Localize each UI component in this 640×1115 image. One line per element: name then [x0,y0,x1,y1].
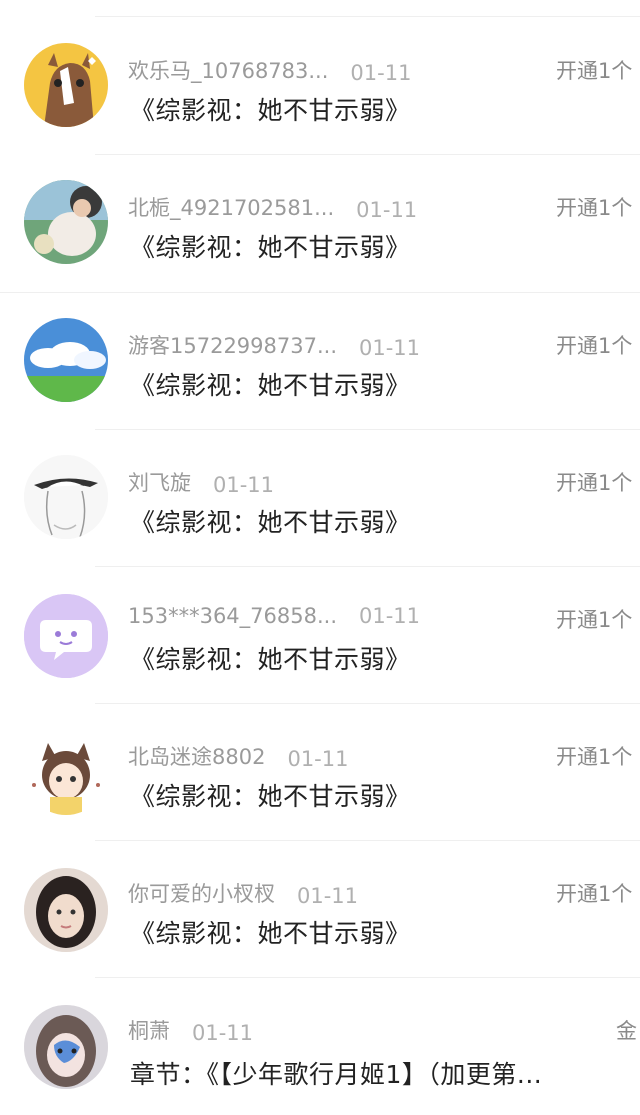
item-meta: 欢乐马_10768783... 01-11 [128,55,411,85]
item-meta: 游客15722998737... 01-11 [128,330,420,360]
content-title[interactable]: 《综影视：她不甘示弱》 [130,640,411,676]
date: 01-11 [192,1021,254,1045]
username[interactable]: 北栀_4921702581... [128,192,334,222]
list-item[interactable]: 北栀_4921702581... 01-11 开通1个 《综影视：她不甘示弱》 [0,155,640,293]
content-title[interactable]: 《综影视：她不甘示弱》 [130,228,411,264]
username[interactable]: 桐萧 [128,1015,170,1045]
date: 01-11 [359,336,421,360]
date: 01-11 [350,61,412,85]
item-meta: 刘飞旋 01-11 [128,467,274,497]
item-meta: 你可爱的小杈杈 01-11 [128,878,358,908]
list-item[interactable]: 刘飞旋 01-11 开通1个 《综影视：她不甘示弱》 [0,430,640,567]
sky-clouds-avatar[interactable] [24,318,108,402]
list-item[interactable]: 你可爱的小杈杈 01-11 开通1个 《综影视：她不甘示弱》 [0,841,640,978]
date: 01-11 [359,604,421,628]
list-item[interactable]: 欢乐马_10768783... 01-11 开通1个 《综影视：她不甘示弱》 [0,18,640,155]
anime-cat-girl-avatar[interactable] [24,731,108,815]
activity-feed-list: 欢乐马_10768783... 01-11 开通1个 《综影视：她不甘示弱》 北栀… [0,0,640,1109]
date: 01-11 [213,473,275,497]
item-meta: 北栀_4921702581... 01-11 [128,192,417,222]
date: 01-11 [287,747,349,771]
item-meta: 桐萧 01-11 [128,1015,253,1045]
content-title[interactable]: 《综影视：她不甘示弱》 [130,777,411,813]
action-text: 开通1个 [556,196,633,220]
horse-cartoon-avatar[interactable] [24,43,108,127]
username[interactable]: 你可爱的小杈杈 [128,878,275,908]
action-text: 开通1个 [556,882,633,906]
divider [95,16,640,17]
content-title[interactable]: 《综影视：她不甘示弱》 [130,366,411,402]
action-text: 开通1个 [556,334,633,358]
date: 01-11 [297,884,359,908]
username[interactable]: 153***364_76858... [128,604,337,628]
list-item[interactable]: 153***364_76858... 01-11 开通1个 《综影视：她不甘示弱》 [0,567,640,704]
username[interactable]: 刘飞旋 [128,467,191,497]
list-item[interactable]: 北岛迷途8802 01-11 开通1个 《综影视：她不甘示弱》 [0,704,640,841]
woman-selfie-avatar[interactable] [24,868,108,952]
item-meta: 北岛迷途8802 01-11 [128,741,348,771]
date: 01-11 [356,198,418,222]
username[interactable]: 欢乐马_10768783... [128,55,328,85]
content-title[interactable]: 章节：《【少年歌行月姬1】（加更第... [130,1055,620,1091]
action-text: 开通1个 [556,745,633,769]
list-item[interactable]: 桐萧 01-11 金 章节：《【少年歌行月姬1】（加更第... [0,978,640,1115]
action-text: 开通1个 [556,608,633,632]
action-text: 金 [616,1019,637,1043]
hat-girl-sketch-avatar[interactable] [24,455,108,539]
username[interactable]: 游客15722998737... [128,330,337,360]
content-title[interactable]: 《综影视：她不甘示弱》 [130,914,411,950]
content-title[interactable]: 《综影视：她不甘示弱》 [130,91,411,127]
blue-face-paint-avatar[interactable] [24,1005,108,1089]
list-item[interactable]: 游客15722998737... 01-11 开通1个 《综影视：她不甘示弱》 [0,293,640,430]
username[interactable]: 北岛迷途8802 [128,741,265,771]
chat-bubble-avatar[interactable] [24,594,108,678]
action-text: 开通1个 [556,59,633,83]
content-title[interactable]: 《综影视：她不甘示弱》 [130,503,411,539]
action-text: 开通1个 [556,471,633,495]
girl-photo-avatar[interactable] [24,180,108,264]
item-meta: 153***364_76858... 01-11 [128,604,420,628]
